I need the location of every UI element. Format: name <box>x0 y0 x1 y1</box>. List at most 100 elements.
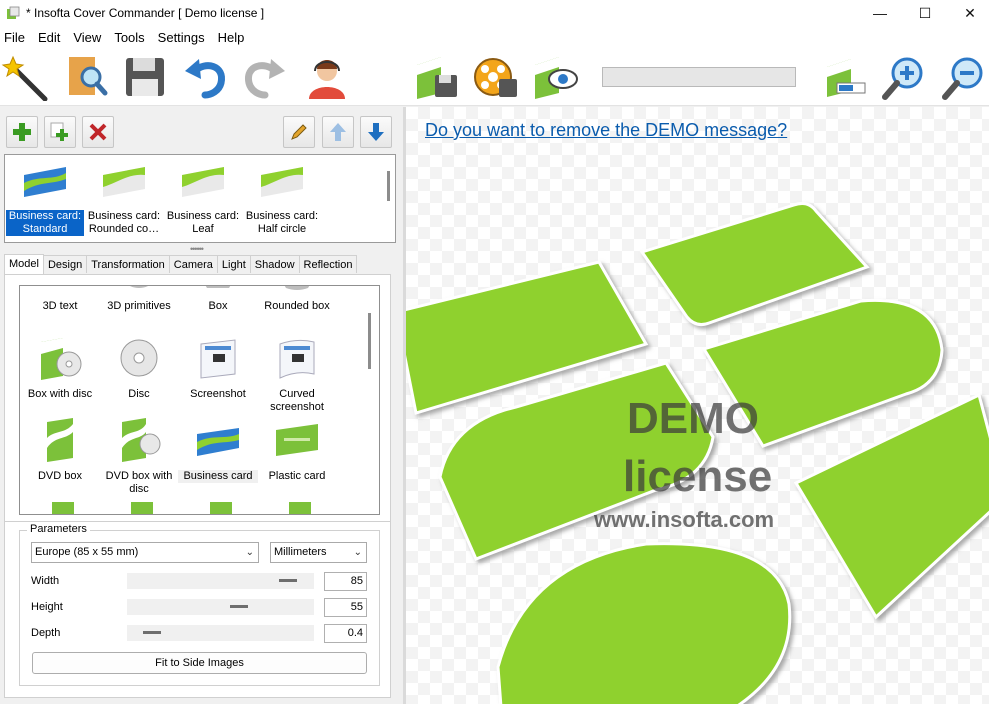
menu-settings[interactable]: Settings <box>153 30 210 45</box>
arrow-down-icon <box>368 123 384 141</box>
tab-transformation[interactable]: Transformation <box>86 255 170 273</box>
delete-preset-button[interactable] <box>82 116 114 148</box>
tab-shadow[interactable]: Shadow <box>249 255 300 273</box>
model-item[interactable]: 3D primitives <box>99 286 179 313</box>
remove-demo-link[interactable]: Do you want to remove the DEMO message? <box>425 120 787 141</box>
export-image-icon[interactable] <box>410 52 460 102</box>
depth-input[interactable]: 0.4 <box>324 624 367 643</box>
depth-slider-thumb[interactable] <box>143 631 161 634</box>
move-down-button[interactable] <box>360 116 392 148</box>
model-label: Box with disc <box>27 388 93 400</box>
model-item[interactable]: Rounded box <box>257 286 337 313</box>
model-gallery: 3D text 3D primitives Box Rounded box Bo… <box>19 285 380 515</box>
preview-eye-icon[interactable] <box>530 52 580 102</box>
card-thumbnail <box>182 167 224 197</box>
zoom-out-icon[interactable] <box>938 52 988 102</box>
preset-item[interactable]: Business card: Rounded co… <box>85 159 163 239</box>
primitives-icon <box>130 286 148 288</box>
fit-to-side-images-button[interactable]: Fit to Side Images <box>32 652 367 674</box>
model-item[interactable]: Screenshot <box>178 336 258 401</box>
chevron-down-icon: ⌄ <box>245 547 254 558</box>
save-icon[interactable] <box>120 52 170 102</box>
preset-item[interactable]: Business card: Half circle <box>243 159 321 239</box>
model-label: 3D text <box>42 300 78 312</box>
menu-file[interactable]: File <box>0 30 30 45</box>
preset-label: Business card: Rounded co… <box>87 210 161 235</box>
resize-grip[interactable]: •••••• <box>190 244 204 254</box>
license-watermark: license <box>623 452 773 501</box>
model-item[interactable]: Disc <box>99 336 179 401</box>
dvd-box-icon <box>131 502 153 514</box>
zoom-slider-field[interactable] <box>602 67 796 87</box>
tab-camera[interactable]: Camera <box>168 255 218 273</box>
preset-scrollbar[interactable] <box>387 171 390 201</box>
preset-item[interactable]: Business card: Leaf <box>164 159 242 239</box>
dvd-box-icon <box>52 502 74 514</box>
model-label: Box <box>208 300 228 312</box>
height-slider-thumb[interactable] <box>230 605 248 608</box>
close-button[interactable]: ✕ <box>947 0 989 26</box>
menu-edit[interactable]: Edit <box>33 30 65 45</box>
support-icon[interactable] <box>302 52 352 102</box>
model-label: Business card <box>178 470 258 483</box>
size-preset-dropdown[interactable]: Europe (85 x 55 mm) ⌄ <box>31 542 259 563</box>
dvd-box-icon <box>47 418 73 462</box>
preset-item[interactable]: Business card: Standard <box>6 159 84 239</box>
window-title: * Insofta Cover Commander [ Demo license… <box>26 6 265 20</box>
model-label: Curved screenshot <box>270 388 324 413</box>
dvd-box-icon <box>289 502 311 514</box>
zoom-in-icon[interactable] <box>878 52 928 102</box>
pencil-icon <box>291 124 307 140</box>
menu-tools[interactable]: Tools <box>109 30 149 45</box>
model-item[interactable]: DVD box with disc <box>99 418 179 496</box>
width-input[interactable]: 85 <box>324 572 367 591</box>
tab-light[interactable]: Light <box>216 255 251 273</box>
model-scrollbar[interactable] <box>368 313 371 369</box>
card-ellipse <box>496 542 792 704</box>
model-label: DVD box with disc <box>105 470 173 495</box>
model-item[interactable]: DVD box <box>20 418 100 483</box>
model-item[interactable]: Curved screenshot <box>257 336 337 414</box>
plus-icon <box>13 123 31 141</box>
render-settings-icon[interactable] <box>820 52 870 102</box>
tab-reflection[interactable]: Reflection <box>298 255 358 273</box>
model-item[interactable]: Box <box>178 286 258 313</box>
preset-label: Business card: Half circle <box>245 210 319 235</box>
model-label: Disc <box>128 388 150 400</box>
model-item[interactable]: Plastic card <box>257 418 337 483</box>
maximize-button[interactable]: ☐ <box>902 0 948 26</box>
minimize-button[interactable]: — <box>857 0 903 26</box>
rename-preset-button[interactable] <box>283 116 315 148</box>
width-label: Width <box>31 575 60 587</box>
model-label: Rounded box <box>264 300 330 312</box>
chevron-down-icon: ⌄ <box>353 547 362 558</box>
undo-icon[interactable] <box>180 52 230 102</box>
model-item[interactable]: 3D text <box>20 286 100 313</box>
height-input[interactable]: 55 <box>324 598 367 617</box>
width-slider[interactable] <box>127 573 314 589</box>
height-slider[interactable] <box>127 599 314 615</box>
model-label: DVD box <box>37 470 83 482</box>
dvd-box-with-disc-icon <box>122 418 161 462</box>
card-thumbnail <box>261 167 303 197</box>
open-search-icon[interactable] <box>62 52 112 102</box>
preset-label: Business card: Standard <box>6 210 84 236</box>
add-preset-button[interactable] <box>6 116 38 148</box>
redo-icon[interactable] <box>240 52 290 102</box>
model-item[interactable]: Box with disc <box>20 336 100 401</box>
export-animation-icon[interactable] <box>470 52 520 102</box>
menu-help[interactable]: Help <box>213 30 250 45</box>
tab-design[interactable]: Design <box>42 255 88 273</box>
menu-view[interactable]: View <box>68 30 106 45</box>
units-dropdown[interactable]: Millimeters ⌄ <box>270 542 367 563</box>
move-up-button[interactable] <box>322 116 354 148</box>
arrow-up-icon <box>330 123 346 141</box>
tab-model[interactable]: Model <box>4 254 44 274</box>
depth-slider[interactable] <box>127 625 314 641</box>
width-slider-thumb[interactable] <box>279 579 297 582</box>
duplicate-preset-button[interactable] <box>44 116 76 148</box>
model-item[interactable]: Business card <box>178 418 258 483</box>
box-with-disc-icon <box>41 338 82 380</box>
magic-wand-icon[interactable] <box>0 52 50 102</box>
screenshot-icon <box>200 339 236 379</box>
